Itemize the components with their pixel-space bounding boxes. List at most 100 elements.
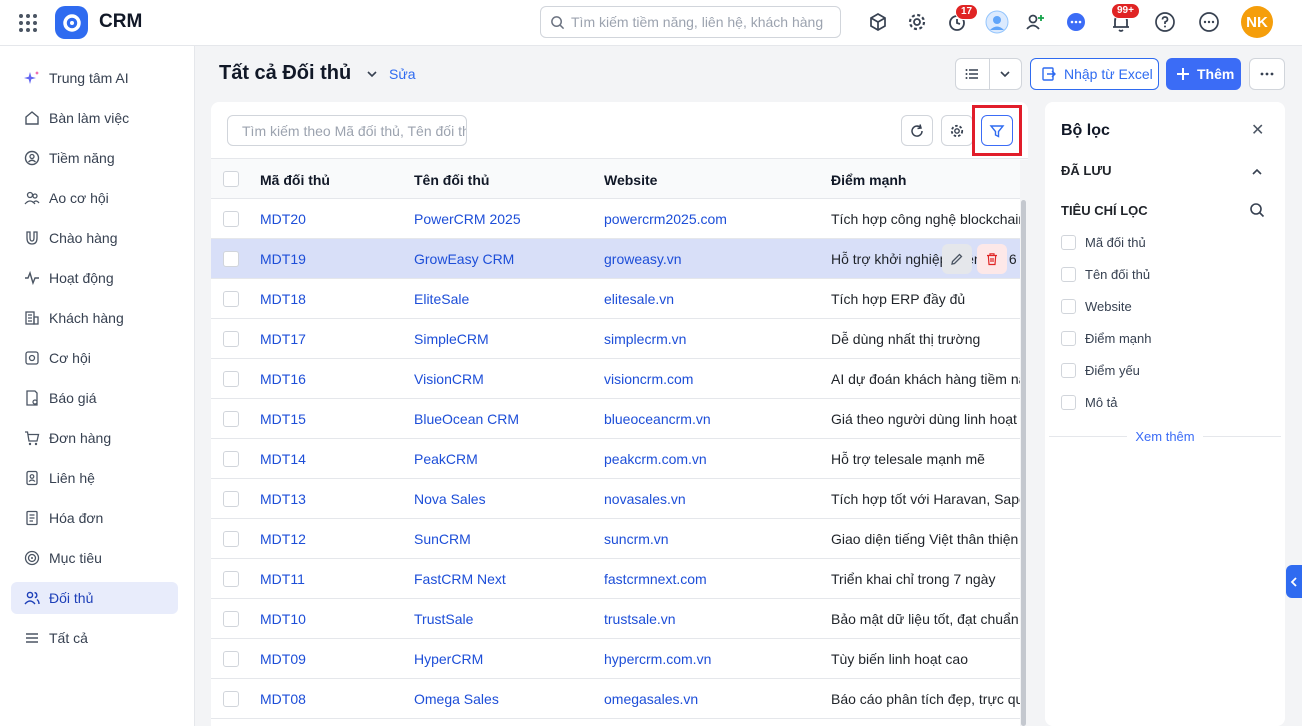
row-checkbox[interactable] [223, 211, 239, 227]
row-checkbox[interactable] [223, 251, 239, 267]
competitor-name-link[interactable]: PeakCRM [414, 451, 594, 467]
row-checkbox[interactable] [223, 451, 239, 467]
checkbox[interactable] [1061, 362, 1076, 378]
checkbox[interactable] [1061, 266, 1076, 282]
sidebar-item-leads[interactable]: Tiềm năng [11, 142, 178, 174]
filter-criterion-description[interactable]: Mô tả [1061, 392, 1118, 412]
more-options-button[interactable] [1249, 58, 1285, 90]
app-launcher-icon[interactable] [17, 12, 39, 34]
competitor-code-link[interactable]: MDT09 [260, 651, 400, 667]
column-header-name[interactable]: Tên đối thủ [414, 172, 489, 188]
table-row[interactable]: MDT15 BlueOcean CRM blueoceancrm.vn Giá the… [211, 399, 1028, 439]
competitor-name-link[interactable]: Nova Sales [414, 491, 594, 507]
table-row[interactable]: MDT13 Nova Sales novasales.vn Tích hợp tốt … [211, 479, 1028, 519]
sidebar-item-workdesk[interactable]: Bàn làm việc [11, 102, 178, 134]
row-checkbox[interactable] [223, 531, 239, 547]
panel-toggle-button[interactable] [1286, 565, 1302, 598]
add-user-icon[interactable] [1022, 9, 1048, 35]
row-checkbox[interactable] [223, 331, 239, 347]
competitor-website-link[interactable]: suncrm.vn [604, 531, 819, 547]
more-apps-icon[interactable] [1196, 9, 1222, 35]
table-row[interactable]: MDT17 SimpleCRM simplecrm.vn Dễ dùng nhất t… [211, 319, 1028, 359]
help-icon[interactable] [1152, 9, 1178, 35]
import-excel-button[interactable]: Nhập từ Excel [1030, 58, 1159, 90]
competitor-name-link[interactable]: SunCRM [414, 531, 594, 547]
competitor-code-link[interactable]: MDT14 [260, 451, 400, 467]
filter-criterion-website[interactable]: Website [1061, 296, 1132, 316]
sidebar-item-invoices[interactable]: Hóa đơn [11, 502, 178, 534]
list-view-icon[interactable] [956, 59, 989, 89]
competitor-name-link[interactable]: VisionCRM [414, 371, 594, 387]
competitor-website-link[interactable]: fastcrmnext.com [604, 571, 819, 587]
table-row[interactable]: MDT20 PowerCRM 2025 powercrm2025.com Tích h… [211, 199, 1028, 239]
checkbox[interactable] [1061, 394, 1076, 410]
competitor-website-link[interactable]: novasales.vn [604, 491, 819, 507]
column-header-code[interactable]: Mã đối thủ [260, 172, 330, 188]
select-all-checkbox[interactable] [223, 171, 239, 187]
table-row[interactable]: MDT18 EliteSale elitesale.vn Tích hợp ERP đ… [211, 279, 1028, 319]
edit-view-link[interactable]: Sửa [389, 66, 416, 82]
chat-messenger-icon[interactable] [1063, 9, 1089, 35]
filter-criterion-strength[interactable]: Điểm mạnh [1061, 328, 1151, 348]
delete-trash-icon[interactable] [977, 244, 1007, 274]
checkbox[interactable] [1061, 330, 1076, 346]
competitor-website-link[interactable]: hypercrm.com.vn [604, 651, 819, 667]
close-icon[interactable]: ✕ [1251, 120, 1264, 140]
table-row[interactable]: MDT09 HyperCRM hypercrm.com.vn Tùy biến lin… [211, 639, 1028, 679]
row-checkbox[interactable] [223, 651, 239, 667]
chevron-down-icon[interactable] [364, 66, 380, 85]
competitor-code-link[interactable]: MDT18 [260, 291, 400, 307]
competitor-name-link[interactable]: HyperCRM [414, 651, 594, 667]
filter-criterion-code[interactable]: Mã đối thủ [1061, 232, 1146, 252]
competitor-name-link[interactable]: Omega Sales [414, 691, 594, 707]
competitor-code-link[interactable]: MDT15 [260, 411, 400, 427]
edit-pencil-icon[interactable] [942, 244, 972, 274]
competitor-website-link[interactable]: powercrm2025.com [604, 211, 819, 227]
checkbox[interactable] [1061, 298, 1076, 314]
competitor-code-link[interactable]: MDT20 [260, 211, 400, 227]
filter-criterion-name[interactable]: Tên đối thủ [1061, 264, 1150, 284]
sidebar-item-goals[interactable]: Mục tiêu [11, 542, 178, 574]
competitor-website-link[interactable]: simplecrm.vn [604, 331, 819, 347]
saved-filters-heading[interactable]: ĐÃ LƯU [1061, 163, 1112, 178]
competitor-code-link[interactable]: MDT19 [260, 251, 400, 267]
sidebar-item-orders[interactable]: Đơn hàng [11, 422, 178, 454]
competitor-code-link[interactable]: MDT17 [260, 331, 400, 347]
competitor-code-link[interactable]: MDT13 [260, 491, 400, 507]
table-settings-button[interactable] [941, 115, 973, 146]
sidebar-item-quotes[interactable]: Báo giá [11, 382, 178, 414]
competitor-website-link[interactable]: visioncrm.com [604, 371, 819, 387]
competitor-code-link[interactable]: MDT08 [260, 691, 400, 707]
competitor-name-link[interactable]: TrustSale [414, 611, 594, 627]
table-search-input[interactable]: Tìm kiếm theo Mã đối thủ, Tên đối thủ [227, 115, 467, 146]
table-row[interactable]: MDT16 VisionCRM visioncrm.com AI dự đoán kh… [211, 359, 1028, 399]
competitor-website-link[interactable]: blueoceancrm.vn [604, 411, 819, 427]
competitor-code-link[interactable]: MDT12 [260, 531, 400, 547]
sidebar-item-customers[interactable]: Khách hàng [11, 302, 178, 334]
global-search-input[interactable]: Tìm kiếm tiềm năng, liên hệ, khách hàng [540, 6, 841, 38]
competitor-website-link[interactable]: omegasales.vn [604, 691, 819, 707]
competitor-code-link[interactable]: MDT16 [260, 371, 400, 387]
table-row[interactable]: MDT14 PeakCRM peakcrm.com.vn Hỗ trợ telesal… [211, 439, 1028, 479]
table-row[interactable]: MDT08 Omega Sales omegasales.vn Báo cáo phâ… [211, 679, 1028, 719]
sidebar-item-opportunities[interactable]: Cơ hội [11, 342, 178, 374]
filter-criterion-weakness[interactable]: Điểm yếu [1061, 360, 1140, 380]
settings-gear-icon[interactable] [904, 9, 930, 35]
row-checkbox[interactable] [223, 371, 239, 387]
sidebar-item-activities[interactable]: Hoạt động [11, 262, 178, 294]
table-row[interactable]: MDT19 GrowEasy CRM groweasy.vn Hỗ trợ khởi … [211, 239, 1028, 279]
competitor-code-link[interactable]: MDT11 [260, 571, 400, 587]
sidebar-item-all[interactable]: Tất cả [11, 622, 178, 654]
competitor-code-link[interactable]: MDT10 [260, 611, 400, 627]
sidebar-item-opportunity-pool[interactable]: Ao cơ hội [11, 182, 178, 214]
row-checkbox[interactable] [223, 611, 239, 627]
competitor-website-link[interactable]: peakcrm.com.vn [604, 451, 819, 467]
add-button[interactable]: Thêm [1166, 58, 1241, 90]
sidebar-item-competitors[interactable]: Đối thủ [11, 582, 178, 614]
sidebar-item-ai-center[interactable]: Trung tâm AI [11, 62, 178, 94]
show-more-link[interactable]: Xem thêm [1045, 429, 1285, 444]
competitor-website-link[interactable]: groweasy.vn [604, 251, 819, 267]
competitor-name-link[interactable]: PowerCRM 2025 [414, 211, 594, 227]
row-checkbox[interactable] [223, 411, 239, 427]
checkbox[interactable] [1061, 234, 1076, 250]
